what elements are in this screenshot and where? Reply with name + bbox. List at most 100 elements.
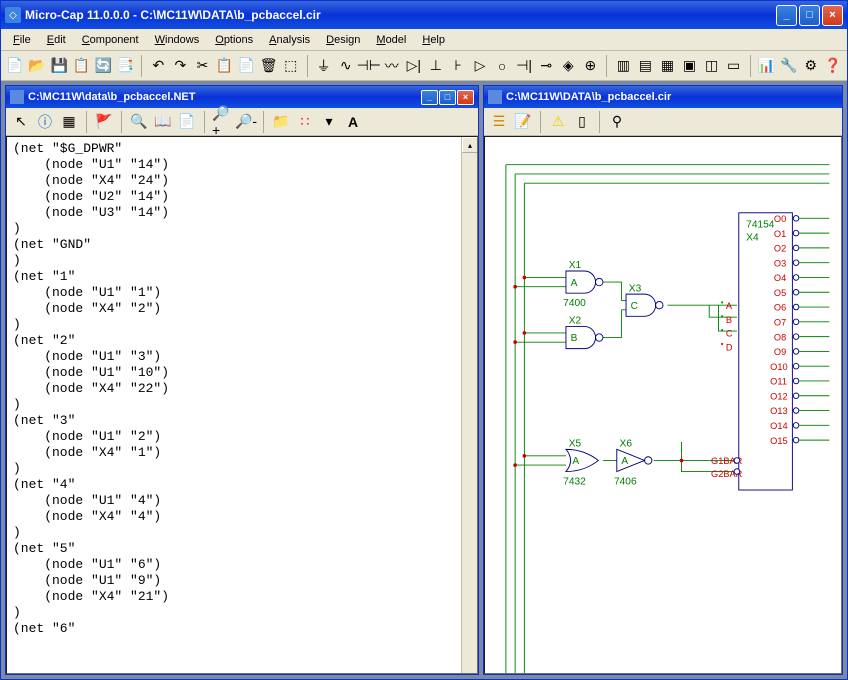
main-window: ◇ Micro-Cap 11.0.0.0 - C:\MC11W\DATA\b_p… <box>0 0 848 680</box>
doc-icon[interactable]: 📄 <box>176 111 198 133</box>
list-icon[interactable]: ☰ <box>488 111 510 133</box>
separator <box>599 111 600 133</box>
netlist-maximize-button[interactable]: □ <box>439 90 456 105</box>
menu-help[interactable]: Help <box>414 32 453 48</box>
help-icon[interactable]: ❓ <box>823 55 843 77</box>
close-button[interactable]: × <box>822 5 843 26</box>
separator <box>606 55 607 77</box>
menu-component[interactable]: Component <box>74 32 147 48</box>
calc-icon[interactable]: 📊 <box>757 55 777 77</box>
tool1-icon[interactable]: 🔧 <box>779 55 799 77</box>
window2-icon[interactable]: ▤ <box>635 55 655 77</box>
window3-icon[interactable]: ▦ <box>657 55 677 77</box>
transformer-icon[interactable]: ◈ <box>558 55 578 77</box>
text-icon[interactable]: A <box>342 111 364 133</box>
mosfet-icon[interactable]: ⊦ <box>448 55 468 77</box>
vertical-scrollbar[interactable]: ▴ <box>461 137 477 673</box>
menu-design[interactable]: Design <box>318 32 368 48</box>
maximize-button[interactable]: □ <box>799 5 820 26</box>
separator <box>307 55 308 77</box>
svg-text:A: A <box>726 301 733 311</box>
color-icon[interactable]: ∷ <box>294 111 316 133</box>
cursor-icon[interactable]: ↖ <box>10 111 32 133</box>
sheet-icon[interactable]: ▯ <box>571 111 593 133</box>
new-icon[interactable]: 📄 <box>5 55 25 77</box>
cut-icon[interactable]: ✂ <box>192 55 212 77</box>
source-icon[interactable]: ○ <box>492 55 512 77</box>
flag-icon[interactable]: 🚩 <box>93 111 115 133</box>
svg-text:7406: 7406 <box>614 476 637 487</box>
ic-outputs: O0 O1 O2 O3 O4 O5 O6 O7 O8 O9 O10 O11 O1… <box>770 214 787 446</box>
page-icon[interactable]: 📝 <box>512 111 534 133</box>
gate-x5: A X5 7432 <box>563 439 598 488</box>
menu-file[interactable]: File <box>5 32 39 48</box>
window4-icon[interactable]: ▣ <box>679 55 699 77</box>
netlist-text[interactable]: (net "$G_DPWR" (node "U1" "14") (node "X… <box>7 137 477 641</box>
menu-model[interactable]: Model <box>368 32 414 48</box>
transistor-icon[interactable]: ⊥ <box>426 55 446 77</box>
svg-text:C: C <box>726 329 733 339</box>
paste-icon[interactable]: 📄 <box>237 55 257 77</box>
gate-x6: A X6 7406 <box>614 439 652 488</box>
diode-icon[interactable]: ▷| <box>404 55 424 77</box>
netlist-close-button[interactable]: × <box>457 90 474 105</box>
find-icon[interactable]: 🔍 <box>128 111 150 133</box>
probe-icon[interactable]: ⚲ <box>606 111 628 133</box>
svg-text:A: A <box>571 278 578 289</box>
netlist-icon <box>10 90 24 104</box>
revert-icon[interactable]: 📑 <box>115 55 135 77</box>
svg-text:B: B <box>571 333 578 344</box>
schematic-canvas[interactable]: 74154 X4 O0 O1 O2 O3 O4 O5 O6 O7 O8 O <box>485 137 841 673</box>
gate-x1: A X1 7400 <box>563 260 603 309</box>
window-controls: _ □ × <box>776 5 843 26</box>
opamp-icon[interactable]: ▷ <box>470 55 490 77</box>
doc-icon[interactable]: 📋 <box>71 55 91 77</box>
grid-icon[interactable]: ▦ <box>58 111 80 133</box>
book-icon[interactable]: 📖 <box>152 111 174 133</box>
capacitor-icon[interactable]: ⊣⊢ <box>358 55 380 77</box>
menu-edit[interactable]: Edit <box>39 32 74 48</box>
tool2-icon[interactable]: ⚙ <box>801 55 821 77</box>
schematic-content[interactable]: 74154 X4 O0 O1 O2 O3 O4 O5 O6 O7 O8 O <box>484 136 842 674</box>
resistor-icon[interactable]: ∿ <box>336 55 356 77</box>
netlist-content[interactable]: (net "$G_DPWR" (node "U1" "14") (node "X… <box>6 136 478 674</box>
main-toolbar: 📄 📂 💾 📋 🔄 📑 ↶ ↷ ✂ 📋 📄 🗑 ⬚ ⏚ ∿ ⊣⊢ 〰 ▷| ⊥ … <box>1 51 847 81</box>
open-icon[interactable]: 📂 <box>27 55 47 77</box>
menu-options[interactable]: Options <box>207 32 261 48</box>
window1-icon[interactable]: ▥ <box>613 55 633 77</box>
window5-icon[interactable]: ◫ <box>702 55 722 77</box>
delete-icon[interactable]: 🗑 <box>259 55 279 77</box>
separator <box>540 111 541 133</box>
ic-part: 74154 <box>746 220 775 231</box>
dropdown-icon[interactable]: ▾ <box>318 111 340 133</box>
separator <box>750 55 751 77</box>
menu-analysis[interactable]: Analysis <box>261 32 318 48</box>
netlist-minimize-button[interactable]: _ <box>421 90 438 105</box>
info-icon[interactable]: ⓘ <box>34 111 56 133</box>
select-icon[interactable]: ⬚ <box>281 55 301 77</box>
refresh-icon[interactable]: 🔄 <box>93 55 113 77</box>
netlist-title: C:\MC11W\data\b_pcbaccel.NET <box>28 91 420 103</box>
svg-text:O2: O2 <box>774 244 786 254</box>
undo-icon[interactable]: ↶ <box>148 55 168 77</box>
redo-icon[interactable]: ↷ <box>170 55 190 77</box>
svg-text:O11: O11 <box>770 377 787 387</box>
menu-windows[interactable]: Windows <box>147 32 208 48</box>
zoom-out-icon[interactable]: 🔎- <box>235 111 257 133</box>
warning-icon[interactable]: ⚠ <box>547 111 569 133</box>
scroll-up-icon[interactable]: ▴ <box>462 137 478 153</box>
svg-text:X2: X2 <box>569 316 582 327</box>
ground-icon[interactable]: ⏚ <box>314 55 334 77</box>
minimize-button[interactable]: _ <box>776 5 797 26</box>
zoom-in-icon[interactable]: 🔎+ <box>211 111 233 133</box>
inductor-icon[interactable]: 〰 <box>382 55 402 77</box>
netlist-titlebar: C:\MC11W\data\b_pcbaccel.NET _ □ × <box>6 86 478 108</box>
svg-text:O3: O3 <box>774 258 786 268</box>
meter-icon[interactable]: ⊕ <box>580 55 600 77</box>
copy-icon[interactable]: 📋 <box>214 55 234 77</box>
switch-icon[interactable]: ⊸ <box>536 55 556 77</box>
folder-icon[interactable]: 📁 <box>270 111 292 133</box>
save-icon[interactable]: 💾 <box>49 55 69 77</box>
window6-icon[interactable]: ▭ <box>724 55 744 77</box>
battery-icon[interactable]: ⊣| <box>514 55 534 77</box>
